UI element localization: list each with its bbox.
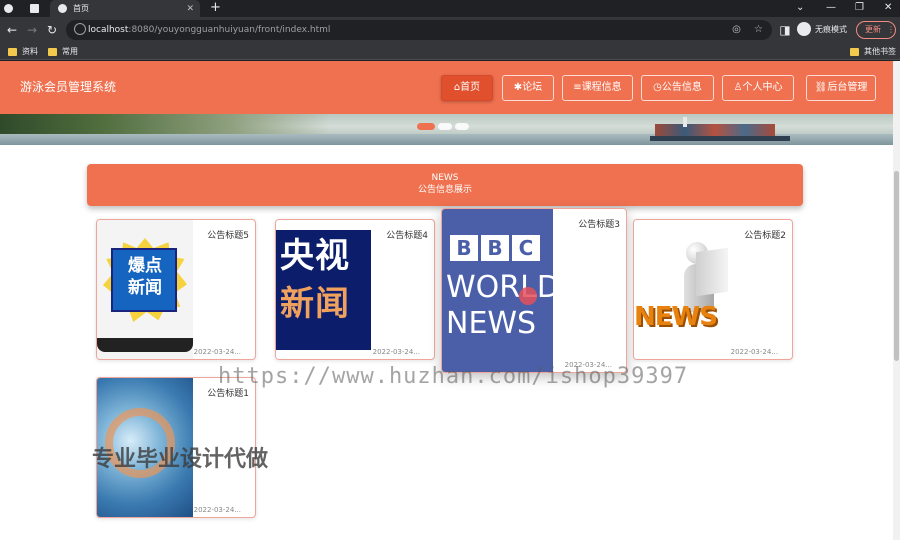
site-title: 游泳会员管理系统 <box>20 80 117 94</box>
pointer-icon <box>519 287 537 305</box>
bbc-logo: BBC <box>450 235 540 261</box>
book-icon: ≡ <box>573 82 582 93</box>
news-thumbnail: 央视 新闻 <box>276 220 372 359</box>
forward-button[interactable]: → <box>24 21 40 39</box>
carousel-dot-3[interactable] <box>455 123 469 130</box>
nav-profile[interactable]: ♙个人中心 <box>722 75 794 101</box>
tab-pinned[interactable] <box>4 0 24 17</box>
newspaper-shape <box>696 247 728 297</box>
incognito-profile[interactable]: 无痕模式 <box>797 22 847 36</box>
folder-icon <box>850 47 859 56</box>
restore-button[interactable]: ❐ <box>855 0 864 15</box>
news-date: 2022-03-24... <box>193 348 241 356</box>
thumbnail-text: NEWS <box>446 306 537 341</box>
back-button[interactable]: ← <box>4 21 20 39</box>
page-viewport: 游泳会员管理系统 ⌂首页 ✱论坛 ≡课程信息 ◷公告信息 ♙个人中心 ⛓后台管理… <box>0 61 893 540</box>
reload-button[interactable]: ↻ <box>44 21 60 39</box>
phone-edge <box>97 338 193 352</box>
news-title[interactable]: 公告标题3 <box>578 217 620 230</box>
incognito-icon <box>797 22 811 36</box>
chevron-down-icon[interactable]: ⌄ <box>796 0 804 15</box>
news-heading-cn: 公告信息展示 <box>417 185 472 195</box>
other-bookmarks[interactable]: 其他书签 <box>850 45 896 58</box>
tab-title: 首页 <box>73 4 89 13</box>
news-thumbnail: BBC WORLD NEWS <box>442 209 560 372</box>
new-tab-button[interactable]: + <box>210 1 221 15</box>
news-card-hovered[interactable]: BBC WORLD NEWS 公告标题3 2022-03-24... <box>441 208 627 373</box>
globe-icon <box>58 4 67 13</box>
nav-courses[interactable]: ≡课程信息 <box>562 75 633 101</box>
news-title[interactable]: 公告标题5 <box>207 228 249 241</box>
bookmarks-bar: 资料 常用 其他书签 <box>0 43 900 60</box>
nav-admin[interactable]: ⛓后台管理 <box>806 75 876 101</box>
tab-pinned-2[interactable] <box>30 0 46 17</box>
tab-active[interactable]: 首页 ✕ <box>50 0 200 17</box>
bookmark-folder-0[interactable]: 资料 <box>8 45 38 58</box>
eye-off-icon[interactable]: ◎ <box>730 23 743 36</box>
news-title[interactable]: 公告标题4 <box>386 228 428 241</box>
news-date: 2022-03-24... <box>730 348 778 356</box>
asterisk-icon: ✱ <box>513 82 523 93</box>
news-card[interactable]: 央视 新闻 公告标题4 2022-03-24... <box>275 219 435 360</box>
news-heading-en: NEWS <box>431 173 459 183</box>
nav-home[interactable]: ⌂首页 <box>441 75 493 101</box>
news-section-header: NEWS 公告信息展示 <box>87 164 803 206</box>
site-info-icon[interactable] <box>74 23 86 35</box>
news-thumbnail: 爆点 新闻 <box>97 220 193 359</box>
address-bar[interactable]: localhost:8080/youyongguanhuiyuan/front/… <box>66 20 772 40</box>
browser-toolbar: ← → ↻ localhost:8080/youyongguanhuiyuan/… <box>0 17 900 43</box>
clock-icon: ◷ <box>653 82 662 93</box>
address-url: localhost:8080/youyongguanhuiyuan/front/… <box>88 25 331 35</box>
star-icon[interactable]: ☆ <box>752 23 765 36</box>
news-card[interactable]: NEWS 公告标题2 2022-03-24... <box>633 219 793 360</box>
carousel-indicators <box>417 123 469 130</box>
carousel-image-ship-hull <box>650 136 790 141</box>
profile-label: 无痕模式 <box>815 24 847 34</box>
news-card[interactable]: 爆点 新闻 公告标题5 2022-03-24... <box>96 219 256 360</box>
thumbnail-text: 新闻 <box>280 284 350 324</box>
folder-icon <box>8 47 17 56</box>
site-header: 游泳会员管理系统 ⌂首页 ✱论坛 ≡课程信息 ◷公告信息 ♙个人中心 ⛓后台管理 <box>0 61 893 114</box>
thumbnail-text: 新闻 <box>128 278 162 298</box>
nav-forum[interactable]: ✱论坛 <box>502 75 554 101</box>
carousel-image-ship-mast <box>683 117 687 127</box>
bookmark-folder-1[interactable]: 常用 <box>48 45 78 58</box>
page-scrollbar[interactable] <box>893 61 900 540</box>
thumbnail-text: NEWS <box>634 302 718 332</box>
close-window-button[interactable]: ✕ <box>884 0 892 15</box>
close-tab-icon[interactable]: ✕ <box>186 4 194 14</box>
browser-tab-bar: 首页 ✕ + ⌄ — ❐ ✕ <box>0 0 900 17</box>
sidebar-icon[interactable]: ◨ <box>777 21 793 39</box>
minimize-button[interactable]: — <box>826 0 836 15</box>
thumbnail-text: 央视 <box>280 236 350 276</box>
news-date: 2022-03-24... <box>193 506 241 514</box>
globe-icon <box>4 4 13 13</box>
page-icon <box>30 4 39 13</box>
scrollbar-thumb[interactable] <box>894 171 899 361</box>
thumbnail-text: 爆点 <box>128 256 162 276</box>
news-date: 2022-03-24... <box>372 348 420 356</box>
news-title[interactable]: 公告标题2 <box>744 228 786 241</box>
folder-icon <box>48 47 57 56</box>
nav-announcements[interactable]: ◷公告信息 <box>641 75 714 101</box>
thumbnail-text: WORLD <box>446 270 560 305</box>
news-thumbnail: NEWS <box>634 220 730 359</box>
carousel-dot-1[interactable] <box>417 123 435 130</box>
link-icon: ⛓ <box>814 82 828 93</box>
update-button[interactable]: 更新 ⋮ <box>856 21 896 39</box>
carousel-dot-2[interactable] <box>438 123 452 130</box>
watermark-url: https://www.huzhan.com/ishop39397 <box>218 364 689 389</box>
watermark-text: 专业毕业设计代做 <box>92 447 269 472</box>
